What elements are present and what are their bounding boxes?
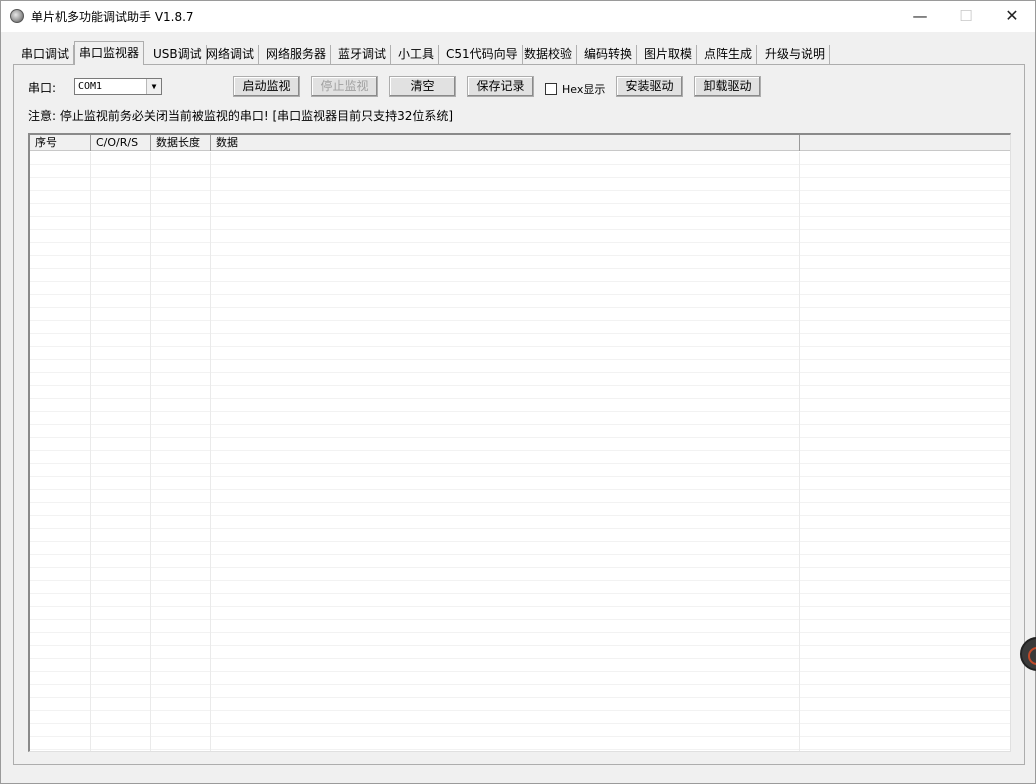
uninstall-driver-button[interactable]: 卸载驱动 (694, 76, 761, 97)
monitor-list-view[interactable]: 序号 C/O/R/S 数据长度 数据 (28, 133, 1011, 752)
clear-button[interactable]: 清空 (389, 76, 456, 97)
title-bar[interactable]: 单片机多功能调试助手 V1.8.7 — ☐ ✕ (1, 1, 1035, 32)
column-divider (90, 152, 91, 751)
notice-text: 注意: 停止监视前务必关闭当前被监视的串口! [串口监视器目前只支持32位系统] (28, 109, 454, 123)
port-select[interactable]: COM1 ▼ (74, 78, 162, 95)
tab-tools[interactable]: 小工具 (394, 45, 440, 65)
stop-monitor-button[interactable]: 停止监视 (311, 76, 378, 97)
tab-image-font[interactable]: 图片取模 (640, 45, 698, 65)
start-monitor-button[interactable]: 启动监视 (233, 76, 300, 97)
tab-usb-debug[interactable]: USB调试 (149, 45, 207, 65)
column-header-corS[interactable]: C/O/R/S (91, 135, 151, 151)
chevron-down-icon[interactable]: ▼ (146, 79, 161, 94)
column-divider (799, 152, 800, 751)
close-button[interactable]: ✕ (989, 1, 1035, 32)
column-header-extra[interactable] (800, 135, 1010, 151)
tab-encoding-convert[interactable]: 编码转换 (580, 45, 638, 65)
tab-data-checksum[interactable]: 数据校验 (520, 45, 578, 65)
hex-display-checkbox[interactable] (545, 83, 557, 95)
port-select-value: COM1 (78, 81, 103, 92)
tab-dotmatrix[interactable]: 点阵生成 (700, 45, 758, 65)
app-gear-icon (10, 9, 24, 23)
tab-network-debug[interactable]: 网络调试 (202, 45, 260, 65)
minimize-button[interactable]: — (897, 1, 943, 32)
maximize-button[interactable]: ☐ (943, 1, 989, 32)
hex-display-label: Hex显示 (562, 83, 606, 96)
column-header-length[interactable]: 数据长度 (151, 135, 211, 151)
tab-strip: 串口调试 串口监视器 USB调试 网络调试 网络服务器 蓝牙调试 小工具 C51… (13, 41, 1025, 65)
column-divider (150, 152, 151, 751)
tab-network-server[interactable]: 网络服务器 (262, 45, 332, 65)
column-header-data[interactable]: 数据 (211, 135, 800, 151)
tab-upgrade-info[interactable]: 升级与说明 (761, 45, 831, 65)
install-driver-button[interactable]: 安装驱动 (616, 76, 683, 97)
save-log-button[interactable]: 保存记录 (467, 76, 534, 97)
column-divider (210, 152, 211, 751)
tab-serial-monitor[interactable]: 串口监视器 (74, 41, 145, 65)
list-rows (30, 152, 1010, 751)
tab-bluetooth-debug[interactable]: 蓝牙调试 (334, 45, 392, 65)
app-window: 单片机多功能调试助手 V1.8.7 — ☐ ✕ 串口调试 串口监视器 USB调试… (0, 0, 1036, 784)
window-title: 单片机多功能调试助手 V1.8.7 (31, 10, 194, 24)
tab-c51-wizard[interactable]: C51代码向导 (442, 45, 523, 65)
port-label: 串口: (28, 81, 57, 95)
tab-serial-debug[interactable]: 串口调试 (17, 45, 75, 65)
column-header-index[interactable]: 序号 (30, 135, 91, 151)
list-header: 序号 C/O/R/S 数据长度 数据 (30, 135, 1010, 151)
